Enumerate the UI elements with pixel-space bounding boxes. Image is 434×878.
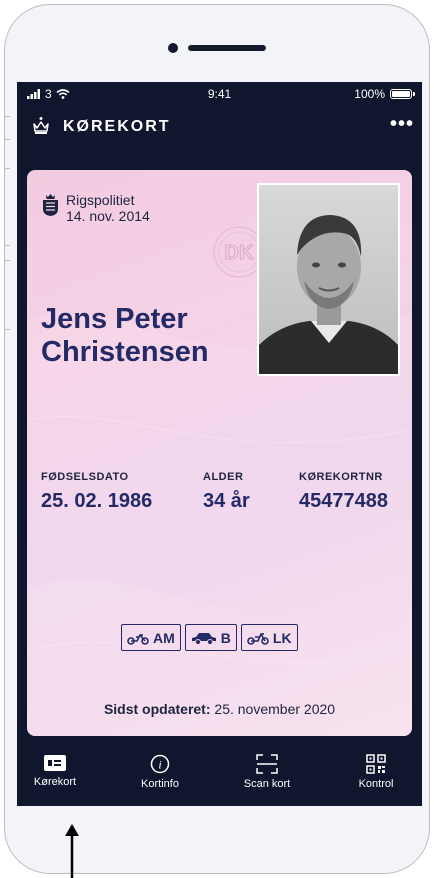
crown-icon bbox=[33, 117, 49, 134]
portrait-image bbox=[259, 185, 398, 374]
more-icon[interactable]: ••• bbox=[390, 114, 414, 134]
dk-seal-text: DK bbox=[225, 242, 254, 264]
arrow-up-icon bbox=[65, 824, 79, 878]
tab-scan-kort[interactable]: Scan kort bbox=[222, 754, 312, 790]
age-label: ALDER bbox=[203, 471, 244, 483]
qr-code-icon bbox=[366, 754, 386, 774]
tab-korekort-label: Kørekort bbox=[33, 776, 77, 788]
battery-icon bbox=[390, 89, 415, 99]
category-b-badge: B bbox=[184, 624, 237, 651]
issuer-block: Rigspolitiet 14. nov. 2014 bbox=[66, 192, 150, 224]
svg-text:i: i bbox=[158, 758, 161, 772]
license-number-label: KØREKORTNR bbox=[299, 471, 383, 483]
category-b-label: B bbox=[220, 629, 231, 646]
scan-icon bbox=[256, 754, 278, 774]
side-button bbox=[4, 116, 10, 140]
holder-photo bbox=[257, 183, 400, 376]
birthdate-label: FØDSELSDATO bbox=[41, 471, 129, 483]
app-bar: KØREKORT ••• bbox=[17, 114, 422, 144]
issuer-name: Rigspolitiet bbox=[66, 192, 135, 208]
age-value: 34 år bbox=[203, 490, 250, 512]
last-updated-label: Sidst opdateret: bbox=[103, 701, 211, 717]
category-am-badge: AM bbox=[121, 624, 181, 651]
license-card-icon bbox=[44, 755, 66, 771]
tab-scan-kort-label: Scan kort bbox=[243, 778, 291, 790]
coat-of-arms-icon bbox=[43, 194, 58, 216]
status-bar: 3 9:41 100% bbox=[17, 82, 422, 106]
issue-date: 14. nov. 2014 bbox=[66, 208, 150, 224]
category-lk-label: LK bbox=[272, 629, 292, 646]
app-screen: 3 9:41 100% KØREKORT ••• Rigspolitiet 14… bbox=[17, 82, 422, 806]
tab-kortinfo-label: Kortinfo bbox=[141, 778, 179, 790]
license-number-value: 45477488 bbox=[299, 490, 388, 512]
tab-kontrol-label: Kontrol bbox=[358, 778, 394, 790]
app-title: KØREKORT bbox=[63, 118, 171, 135]
last-updated-value: 25. november 2020 bbox=[214, 701, 336, 717]
tab-bar: Kørekort i Kortinfo Scan kort Kontrol bbox=[17, 754, 422, 806]
tab-korekort[interactable]: Kørekort bbox=[17, 754, 100, 788]
side-button bbox=[4, 168, 10, 246]
last-updated: Sidst opdateret: 25. november 2020 bbox=[27, 701, 412, 717]
tractor-icon bbox=[247, 632, 269, 645]
license-card: Rigspolitiet 14. nov. 2014 DK Jens Peter… bbox=[27, 170, 412, 736]
tab-kontrol[interactable]: Kontrol bbox=[331, 754, 421, 790]
holder-name: Jens Peter Christensen bbox=[41, 303, 209, 368]
speaker-bar bbox=[188, 45, 266, 51]
license-categories: AM B LK bbox=[121, 624, 298, 651]
moped-icon bbox=[127, 633, 149, 645]
tab-kortinfo[interactable]: i Kortinfo bbox=[115, 754, 205, 790]
category-lk-badge: LK bbox=[240, 624, 298, 651]
category-am-label: AM bbox=[153, 629, 175, 646]
battery-percent: 100% bbox=[354, 87, 385, 101]
side-button bbox=[4, 260, 10, 330]
info-icon: i bbox=[150, 754, 170, 774]
camera-dot bbox=[168, 43, 178, 53]
car-icon bbox=[191, 632, 216, 645]
birthdate-value: 25. 02. 1986 bbox=[41, 490, 153, 512]
